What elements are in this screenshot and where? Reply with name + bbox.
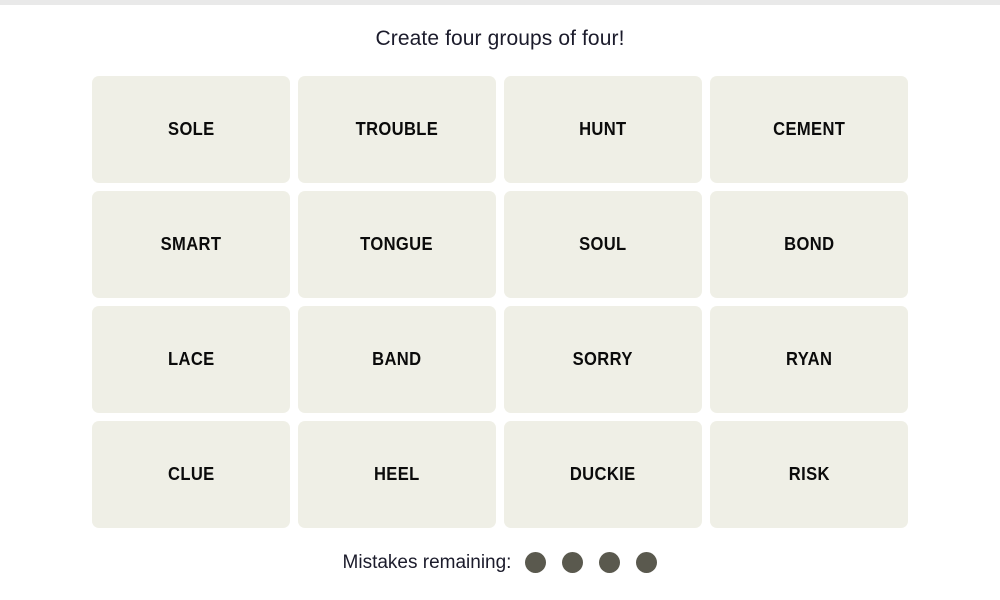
word-tile[interactable]: HEEL bbox=[298, 421, 496, 528]
word-tile-label: LACE bbox=[167, 349, 215, 369]
word-tile[interactable]: BOND bbox=[710, 191, 908, 298]
word-tile-label: RISK bbox=[788, 464, 830, 484]
word-tile-label: TROUBLE bbox=[355, 119, 439, 139]
word-tile[interactable]: DUCKIE bbox=[504, 421, 702, 528]
word-tile-label: HUNT bbox=[579, 119, 627, 139]
word-tile[interactable]: TONGUE bbox=[298, 191, 496, 298]
word-tile-grid: SOLE TROUBLE HUNT CEMENT SMART TONGUE SO… bbox=[92, 76, 908, 528]
page-title: Create four groups of four! bbox=[375, 27, 625, 50]
mistake-dot-icon bbox=[562, 552, 584, 573]
word-tile[interactable]: RISK bbox=[710, 421, 908, 528]
word-tile[interactable]: CEMENT bbox=[710, 76, 908, 183]
word-tile-label: BOND bbox=[783, 234, 835, 254]
word-tile-label: RYAN bbox=[785, 349, 833, 369]
mistake-dot-icon bbox=[599, 552, 621, 573]
word-tile[interactable]: SMART bbox=[92, 191, 290, 298]
word-tile-label: SOUL bbox=[579, 234, 627, 254]
word-tile-label: CEMENT bbox=[772, 119, 846, 139]
mistake-dot-icon bbox=[525, 552, 547, 573]
word-tile[interactable]: LACE bbox=[92, 306, 290, 413]
word-tile-label: BAND bbox=[372, 349, 422, 369]
mistakes-remaining-bar: Mistakes remaining: bbox=[343, 552, 658, 573]
word-tile[interactable]: HUNT bbox=[504, 76, 702, 183]
word-tile-label: HEEL bbox=[374, 464, 420, 484]
mistakes-remaining-label: Mistakes remaining: bbox=[342, 552, 512, 573]
word-tile-label: SORRY bbox=[572, 349, 634, 369]
word-tile-label: SMART bbox=[160, 234, 222, 254]
word-tile[interactable]: CLUE bbox=[92, 421, 290, 528]
mistake-dots-group bbox=[525, 552, 658, 573]
word-tile[interactable]: SOUL bbox=[504, 191, 702, 298]
word-tile-label: DUCKIE bbox=[570, 464, 636, 484]
word-tile[interactable]: SOLE bbox=[92, 76, 290, 183]
connections-game: Create four groups of four! SOLE TROUBLE… bbox=[0, 5, 1000, 600]
mistake-dot-icon bbox=[636, 552, 658, 573]
word-tile-label: SOLE bbox=[167, 119, 215, 139]
word-tile[interactable]: SORRY bbox=[504, 306, 702, 413]
word-tile[interactable]: TROUBLE bbox=[298, 76, 496, 183]
word-tile[interactable]: BAND bbox=[298, 306, 496, 413]
word-tile-label: TONGUE bbox=[360, 234, 434, 254]
word-tile-label: CLUE bbox=[167, 464, 215, 484]
word-tile[interactable]: RYAN bbox=[710, 306, 908, 413]
